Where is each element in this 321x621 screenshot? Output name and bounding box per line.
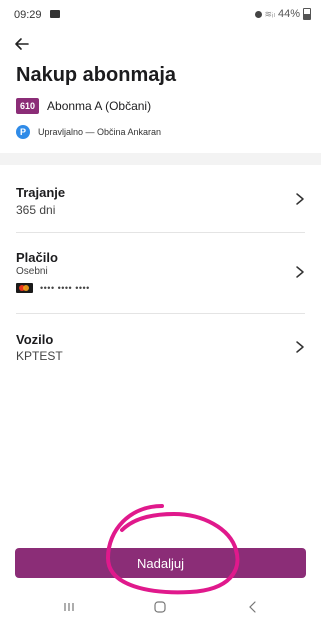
home-icon[interactable] xyxy=(153,600,167,614)
status-time: 09:29 xyxy=(14,9,42,21)
payment-row[interactable]: Plačilo Osebni xyxy=(0,233,321,313)
zone-info: 610 Abonma A (Občani) xyxy=(16,98,151,114)
parking-icon: P xyxy=(16,125,30,139)
card-number-masked: •••• •••• •••• xyxy=(40,283,90,293)
battery-percent: 44% xyxy=(277,8,300,20)
wifi-signal-icon: ≋ᵢₗ xyxy=(264,8,275,19)
status-bar: 09:29 ≋ᵢₗ 44% xyxy=(0,0,321,28)
duration-value: 365 dni xyxy=(16,203,56,217)
provider-info: P Upravljalno — Občina Ankaran xyxy=(16,125,161,139)
system-nav-bar xyxy=(0,592,321,621)
zone-code-badge: 610 xyxy=(16,98,40,114)
zone-name: Abonma A (Občani) xyxy=(47,99,152,113)
chevron-right-icon xyxy=(296,341,304,353)
duration-row[interactable]: Trajanje 365 dni xyxy=(0,165,321,232)
section-separator xyxy=(0,153,321,165)
page-title: Nakup abonmaja xyxy=(16,64,177,86)
battery-icon xyxy=(303,8,311,20)
gallery-notification-icon xyxy=(50,10,60,18)
duration-label: Trajanje xyxy=(16,185,66,200)
chevron-right-icon xyxy=(296,193,304,205)
provider-text: Upravljalno — Občina Ankaran xyxy=(38,127,162,137)
chevron-right-icon xyxy=(296,266,304,278)
back-nav-icon[interactable] xyxy=(246,600,260,614)
mastercard-icon xyxy=(16,283,33,293)
vehicle-label: Vozilo xyxy=(16,332,54,347)
vehicle-value: KPTEST xyxy=(16,349,63,363)
location-icon xyxy=(254,10,262,18)
arrow-left-icon[interactable] xyxy=(12,34,32,54)
payment-type: Osebni xyxy=(16,266,48,277)
status-indicators: ≋ᵢₗ 44% xyxy=(254,8,311,20)
vehicle-row[interactable]: Vozilo KPTEST xyxy=(0,314,321,380)
payment-label: Plačilo xyxy=(16,250,58,265)
continue-button[interactable]: Nadaljuj xyxy=(15,548,306,578)
recent-apps-icon[interactable] xyxy=(62,600,76,614)
